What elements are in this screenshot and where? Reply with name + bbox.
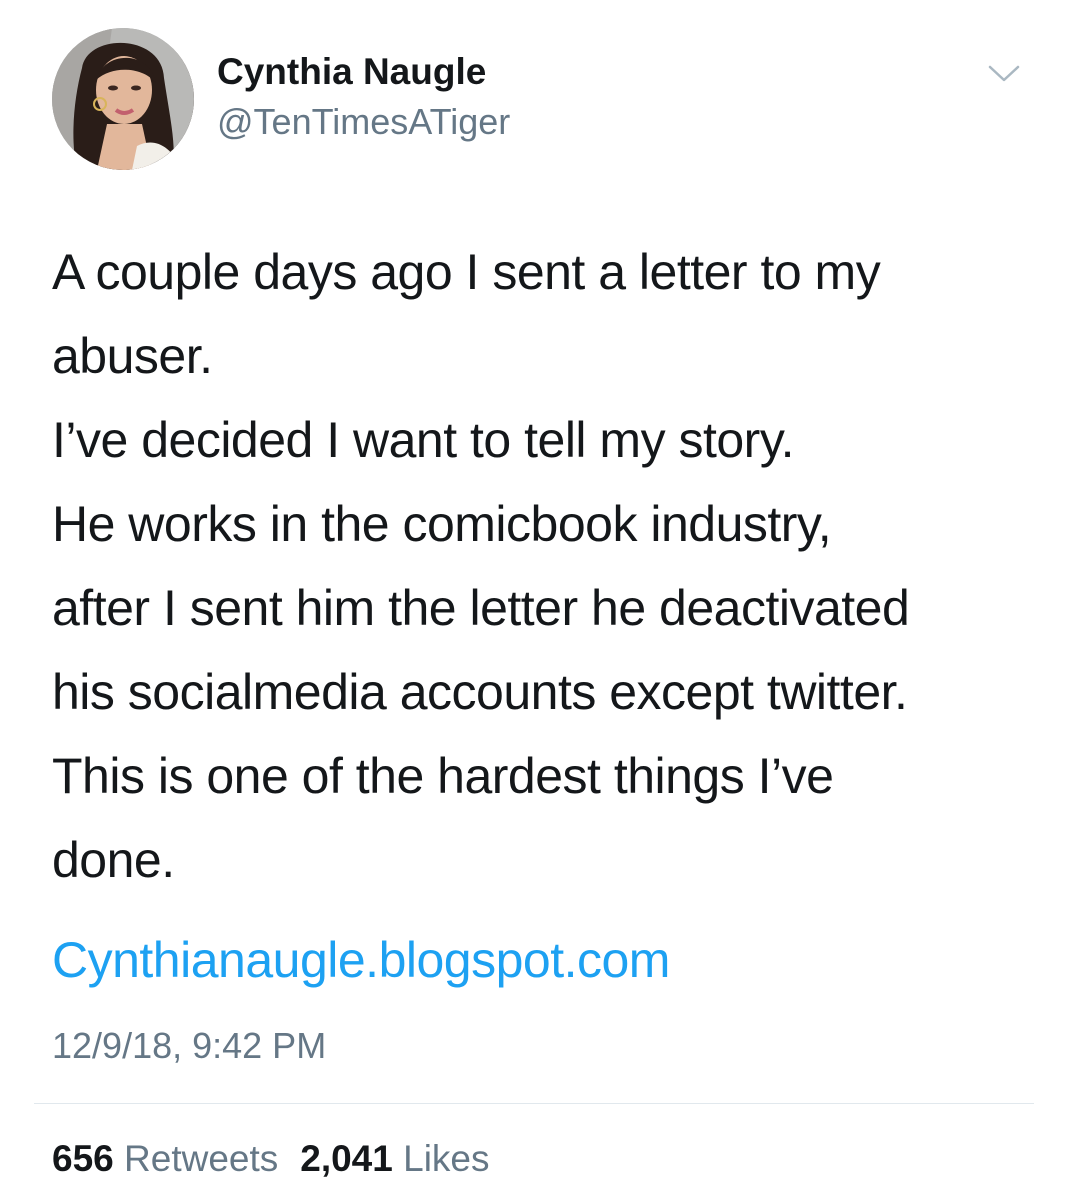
tweet-text-line: He works in the comicbook industry,: [52, 496, 832, 552]
retweets-stat[interactable]: 656 Retweets: [52, 1138, 278, 1179]
divider: [34, 1103, 1034, 1104]
author-handle[interactable]: @TenTimesATiger: [217, 100, 510, 144]
retweets-label: Retweets: [124, 1138, 279, 1179]
profile-photo-icon: [52, 28, 194, 170]
tweet-text: A couple days ago I sent a letter to my …: [52, 230, 1042, 902]
tweet-text-line: abuser.: [52, 328, 213, 384]
chevron-down-icon: [988, 65, 1020, 82]
tweet-text-line: his socialmedia accounts except twitter.: [52, 664, 908, 720]
tweet-link[interactable]: Cynthianaugle.blogspot.com: [52, 925, 670, 995]
tweet-stats: 656 Retweets 2,041 Likes: [52, 1137, 512, 1181]
likes-count: 2,041: [300, 1138, 393, 1179]
tweet-timestamp[interactable]: 12/9/18, 9:42 PM: [52, 1024, 326, 1068]
tweet-detail: Cynthia Naugle @TenTimesATiger A couple …: [0, 0, 1069, 1200]
tweet-text-line: after I sent him the letter he deactivat…: [52, 580, 910, 636]
tweet-text-line: A couple days ago I sent a letter to my: [52, 244, 881, 300]
tweet-menu-button[interactable]: [986, 62, 1022, 86]
retweets-count: 656: [52, 1138, 114, 1179]
likes-stat[interactable]: 2,041 Likes: [300, 1138, 489, 1179]
tweet-text-line: I’ve decided I want to tell my story.: [52, 412, 795, 468]
tweet-text-line: done.: [52, 832, 175, 888]
likes-label: Likes: [403, 1138, 490, 1179]
tweet-text-line: This is one of the hardest things I’ve: [52, 748, 834, 804]
author-display-name[interactable]: Cynthia Naugle: [217, 50, 486, 94]
avatar[interactable]: [52, 28, 194, 170]
